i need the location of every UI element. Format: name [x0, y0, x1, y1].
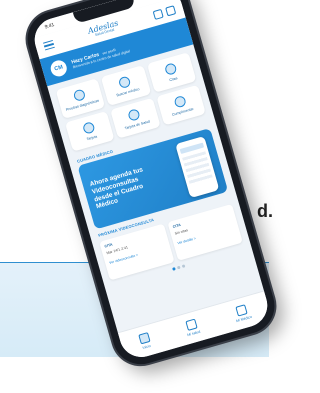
- menu-icon[interactable]: [43, 39, 55, 51]
- promo-headline: Ahora agenda tus Videoconsultas desde el…: [89, 166, 144, 211]
- doctor-icon: [235, 304, 248, 317]
- tab-label: Inicio: [142, 343, 152, 351]
- background-trailing-text: d.: [257, 201, 273, 221]
- home-icon: [137, 332, 151, 345]
- form-icon: [173, 94, 187, 109]
- tile-label: Citas: [168, 76, 178, 83]
- health-card-icon: [127, 108, 142, 122]
- tab-label: Mi salud: [186, 329, 201, 338]
- document-icon[interactable]: [152, 8, 164, 20]
- tile-label: Tarjeta: [86, 134, 98, 142]
- tile-label: Cumplimentar: [171, 106, 195, 117]
- tile-label: Pruebas diagnósticas: [65, 98, 100, 112]
- tile-label: Buscar médico: [115, 87, 140, 98]
- shield-icon: [185, 318, 198, 331]
- promo-phone-illustration: [175, 135, 220, 199]
- tile-label: Tarjeta de Salud: [124, 119, 151, 131]
- avatar[interactable]: CM: [48, 58, 69, 79]
- tab-mi-salud[interactable]: Mi salud: [184, 318, 201, 337]
- medical-test-icon: [72, 88, 87, 102]
- notification-icon[interactable]: [164, 4, 177, 16]
- header-actions: [152, 4, 177, 20]
- status-time: 9:41: [44, 22, 56, 31]
- tab-mi-medico[interactable]: Mi Médico: [232, 303, 253, 323]
- calendar-icon: [163, 62, 178, 76]
- doctor-search-icon: [118, 75, 132, 89]
- card-icon: [82, 121, 96, 135]
- tab-inicio[interactable]: Inicio: [137, 332, 152, 351]
